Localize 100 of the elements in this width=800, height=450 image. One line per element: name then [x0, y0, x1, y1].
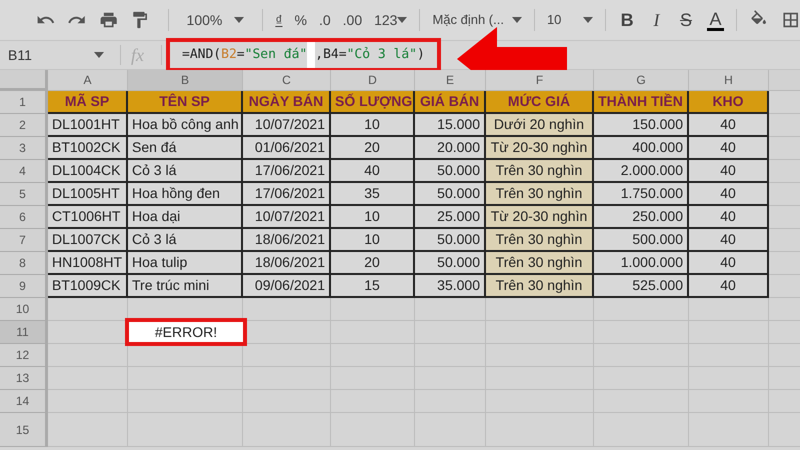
table-cell: 50.000 [415, 183, 486, 206]
row-header[interactable]: 4 [0, 160, 48, 183]
format-button[interactable]: .00 [342, 10, 362, 30]
table-cell: 40 [689, 275, 769, 298]
row-header[interactable]: 6 [0, 206, 48, 229]
table-cell: Cỏ 3 lá [128, 229, 243, 252]
table-cell: Trên 30 nghìn [486, 229, 594, 252]
print-icon[interactable] [98, 10, 118, 30]
table-cell: Trên 30 nghìn [486, 252, 594, 275]
bold-button[interactable]: B [618, 6, 636, 34]
table-cell: 18/06/2021 [243, 229, 331, 252]
empty-cell [415, 344, 486, 367]
header-cell: MỨC GIÁ [486, 91, 594, 114]
column-header[interactable]: A [48, 70, 128, 91]
text-cursor [307, 42, 316, 68]
row-header[interactable]: 1 [0, 91, 48, 114]
table-cell: 400.000 [594, 137, 689, 160]
caret-icon [583, 17, 594, 23]
table-cell: 500.000 [594, 229, 689, 252]
header-cell: SỐ LƯỢNG [331, 91, 415, 114]
table-cell: DL1005HT [48, 183, 128, 206]
table-cell: 50.000 [415, 160, 486, 183]
table-cell: 1.750.000 [594, 183, 689, 206]
table-cell: HN1008HT [48, 252, 128, 275]
table-cell: 40 [689, 183, 769, 206]
table-cell: 40 [689, 206, 769, 229]
row-header[interactable]: 12 [0, 344, 48, 367]
borders-icon[interactable] [780, 10, 800, 30]
font-size-dropdown[interactable]: 10 [546, 10, 594, 30]
empty-cell [415, 321, 486, 344]
table-cell: 10/07/2021 [243, 206, 331, 229]
row-header[interactable]: 13 [0, 367, 48, 390]
table-cell: 35.000 [415, 275, 486, 298]
format-button[interactable]: .0 [318, 10, 331, 30]
strikethrough-button[interactable]: S [677, 6, 695, 34]
row-header[interactable]: 15 [0, 413, 48, 447]
row-header[interactable]: 8 [0, 252, 48, 275]
table-cell: 40 [689, 252, 769, 275]
table-cell: 2.000.000 [594, 160, 689, 183]
table-cell: Hoa dại [128, 206, 243, 229]
header-cell: THÀNH TIỀN [594, 91, 689, 114]
table-cell: BT1009CK [48, 275, 128, 298]
table-cell: 250.000 [594, 206, 689, 229]
row-header[interactable]: 3 [0, 137, 48, 160]
column-header[interactable]: H [689, 70, 769, 91]
format-button[interactable]: ₫ [275, 10, 282, 30]
row-header[interactable]: 14 [0, 390, 48, 413]
table-cell: 10 [331, 114, 415, 137]
row-header[interactable]: 9 [0, 275, 48, 298]
corner-cell[interactable] [0, 70, 48, 91]
empty-cell [415, 413, 486, 447]
column-header[interactable]: E [415, 70, 486, 91]
format-button[interactable]: % [294, 10, 307, 30]
table-cell: 10 [331, 229, 415, 252]
table-cell: Trên 30 nghìn [486, 275, 594, 298]
row-header[interactable]: 10 [0, 298, 48, 321]
row-header[interactable]: 5 [0, 183, 48, 206]
zoom-dropdown[interactable]: 100% [180, 10, 250, 30]
header-cell: KHO [689, 91, 769, 114]
empty-cell [415, 390, 486, 413]
table-cell: 01/06/2021 [243, 137, 331, 160]
text-color-button[interactable]: A [706, 10, 724, 30]
italic-button[interactable]: I [648, 6, 666, 34]
empty-cell [415, 298, 486, 321]
caret-icon [397, 17, 408, 23]
table-cell: Hoa bồ công anh [128, 114, 243, 137]
column-header[interactable]: D [331, 70, 415, 91]
row-header[interactable]: 11 [0, 321, 48, 344]
table-cell: 18/06/2021 [243, 252, 331, 275]
table-cell: 10 [331, 206, 415, 229]
table-cell: 50.000 [415, 252, 486, 275]
table-cell: Tre trúc mini [128, 275, 243, 298]
table-cell: Trên 30 nghìn [486, 160, 594, 183]
number-format-dropdown[interactable]: 123 [374, 10, 408, 30]
table-cell: 10/07/2021 [243, 114, 331, 137]
table-cell: 09/06/2021 [243, 275, 331, 298]
table-cell: 50.000 [415, 229, 486, 252]
table-cell: 40 [689, 160, 769, 183]
table-cell: BT1002CK [48, 137, 128, 160]
table-cell: 20.000 [415, 137, 486, 160]
table-cell: 20 [331, 137, 415, 160]
table-cell: Trên 30 nghìn [486, 183, 594, 206]
row-header[interactable]: 2 [0, 114, 48, 137]
column-header[interactable]: G [594, 70, 689, 91]
table-cell: 150.000 [594, 114, 689, 137]
table-cell: Cỏ 3 lá [128, 160, 243, 183]
table-cell: 17/06/2021 [243, 183, 331, 206]
row-header[interactable]: 7 [0, 229, 48, 252]
empty-cell [415, 367, 486, 390]
table-cell: 525.000 [594, 275, 689, 298]
active-cell[interactable]: #ERROR! [125, 318, 247, 346]
table-cell: Hoa hồng đen [128, 183, 243, 206]
column-header[interactable]: C [243, 70, 331, 91]
table-cell: Sen đá [128, 137, 243, 160]
column-header[interactable]: F [486, 70, 594, 91]
table-cell: DL1004CK [48, 160, 128, 183]
name-box[interactable]: B11 [0, 44, 110, 66]
font-dropdown[interactable]: Mặc định (... [432, 10, 522, 30]
paint-roller-icon[interactable] [130, 10, 150, 30]
column-header[interactable]: B [128, 70, 243, 91]
